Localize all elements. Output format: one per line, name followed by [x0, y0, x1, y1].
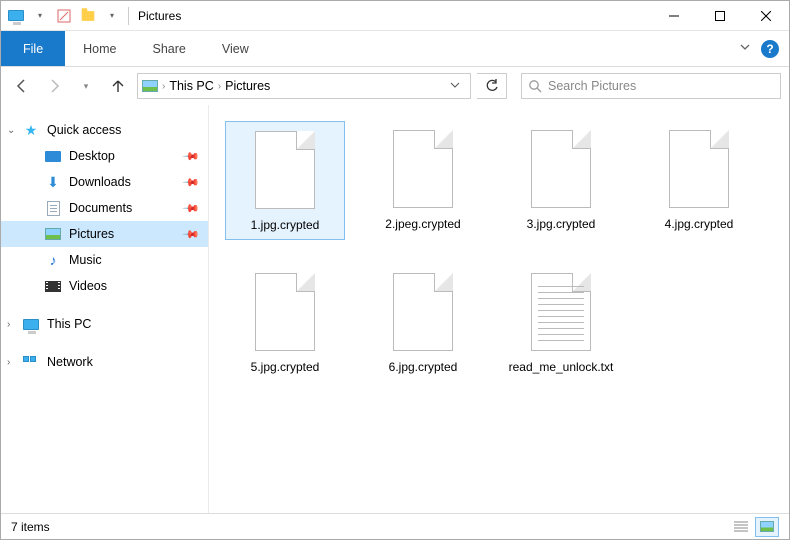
sidebar-item-desktop[interactable]: Desktop 📌	[1, 143, 208, 169]
search-icon	[528, 79, 542, 93]
tab-home[interactable]: Home	[65, 31, 134, 66]
ribbon: File Home Share View ?	[1, 31, 789, 67]
file-item[interactable]: 3.jpg.crypted	[501, 121, 621, 240]
sidebar-item-documents[interactable]: Documents 📌	[1, 195, 208, 221]
view-details-button[interactable]	[729, 517, 753, 537]
tab-share[interactable]: Share	[135, 31, 204, 66]
blank-file-icon	[388, 127, 458, 211]
sidebar-item-label: Documents	[69, 201, 132, 215]
maximize-button[interactable]	[697, 1, 743, 31]
file-name: read_me_unlock.txt	[509, 360, 614, 375]
sidebar-item-label: Downloads	[69, 175, 131, 189]
pin-icon: 📌	[182, 147, 201, 166]
view-large-icons-button[interactable]	[755, 517, 779, 537]
file-tab[interactable]: File	[1, 31, 65, 66]
network-icon	[23, 354, 39, 370]
file-item[interactable]: 5.jpg.crypted	[225, 264, 345, 381]
caret-icon[interactable]: ›	[7, 357, 10, 368]
help-button[interactable]: ?	[761, 40, 779, 58]
pin-icon: 📌	[182, 199, 201, 218]
quick-access-toolbar: ▾ ▾	[1, 5, 132, 27]
file-item[interactable]: 6.jpg.crypted	[363, 264, 483, 381]
text-file-icon	[526, 270, 596, 354]
file-list[interactable]: 1.jpg.crypted 2.jpeg.crypted 3.jpg.crypted…	[209, 105, 789, 513]
sidebar-quick-access[interactable]: ⌄ ★ Quick access	[1, 117, 208, 143]
sidebar-this-pc[interactable]: › This PC	[1, 311, 208, 337]
monitor-icon	[23, 316, 39, 332]
pictures-icon	[45, 226, 61, 242]
caret-icon[interactable]: ⌄	[7, 125, 15, 136]
navigation-pane: ⌄ ★ Quick access Desktop📌⬇Downloads📌Docu…	[1, 105, 209, 513]
refresh-button[interactable]	[477, 73, 507, 99]
search-placeholder: Search Pictures	[548, 79, 636, 93]
body: ⌄ ★ Quick access Desktop📌⬇Downloads📌Docu…	[1, 105, 789, 513]
breadcrumb-sep-1[interactable]: ›	[218, 81, 221, 92]
close-button[interactable]	[743, 1, 789, 31]
nav-row: ▾ › This PC › Pictures Search Pictures	[1, 67, 789, 105]
blank-file-icon	[388, 270, 458, 354]
desktop-icon	[45, 148, 61, 164]
nav-forward-button[interactable]	[41, 73, 67, 99]
nav-back-button[interactable]	[9, 73, 35, 99]
breadcrumb-pictures[interactable]: Pictures	[225, 79, 270, 93]
breadcrumb-this-pc[interactable]: This PC	[169, 79, 213, 93]
music-icon: ♪	[45, 252, 61, 268]
videos-icon	[45, 278, 61, 294]
sidebar-item-videos[interactable]: Videos	[1, 273, 208, 299]
file-item[interactable]: 4.jpg.crypted	[639, 121, 759, 240]
window-title: Pictures	[138, 9, 181, 23]
file-item[interactable]: 1.jpg.crypted	[225, 121, 345, 240]
search-box[interactable]: Search Pictures	[521, 73, 781, 99]
file-name: 6.jpg.crypted	[389, 360, 458, 375]
file-name: 5.jpg.crypted	[251, 360, 320, 375]
qat-properties-icon[interactable]	[53, 5, 75, 27]
blank-file-icon	[250, 270, 320, 354]
address-bar[interactable]: › This PC › Pictures	[137, 73, 471, 99]
documents-icon	[45, 200, 61, 216]
caret-icon[interactable]: ›	[7, 319, 10, 330]
sidebar-network[interactable]: › Network	[1, 349, 208, 375]
address-dropdown-icon[interactable]	[444, 79, 466, 93]
file-name: 3.jpg.crypted	[527, 217, 596, 232]
qat-dropdown-1-icon[interactable]: ▾	[29, 5, 51, 27]
star-icon: ★	[23, 122, 39, 138]
blank-file-icon	[526, 127, 596, 211]
titlebar: ▾ ▾ Pictures	[1, 1, 789, 31]
app-icon	[5, 5, 27, 27]
pin-icon: 📌	[182, 225, 201, 244]
nav-recent-dropdown-icon[interactable]: ▾	[73, 73, 99, 99]
file-item[interactable]: read_me_unlock.txt	[501, 264, 621, 381]
qat-newfolder-icon[interactable]	[77, 5, 99, 27]
ribbon-collapse-icon[interactable]	[739, 40, 751, 58]
sidebar-item-label: Music	[69, 253, 102, 267]
window-controls	[651, 1, 789, 31]
sidebar-item-label: Desktop	[69, 149, 115, 163]
address-icon	[142, 78, 158, 94]
qat-dropdown-2-icon[interactable]: ▾	[101, 5, 123, 27]
pin-icon: 📌	[182, 173, 201, 192]
minimize-button[interactable]	[651, 1, 697, 31]
sidebar-item-pictures[interactable]: Pictures 📌	[1, 221, 208, 247]
downloads-icon: ⬇	[45, 174, 61, 190]
sidebar-item-label: Pictures	[69, 227, 114, 241]
blank-file-icon	[250, 128, 320, 212]
file-name: 1.jpg.crypted	[251, 218, 320, 233]
item-count: 7 items	[11, 520, 50, 534]
file-name: 2.jpeg.crypted	[385, 217, 460, 232]
status-bar: 7 items	[1, 513, 789, 539]
nav-up-button[interactable]	[105, 73, 131, 99]
file-name: 4.jpg.crypted	[665, 217, 734, 232]
sidebar-item-label: Videos	[69, 279, 107, 293]
sidebar-item-music[interactable]: ♪ Music	[1, 247, 208, 273]
qat-separator	[128, 7, 129, 25]
file-item[interactable]: 2.jpeg.crypted	[363, 121, 483, 240]
blank-file-icon	[664, 127, 734, 211]
sidebar-item-downloads[interactable]: ⬇ Downloads 📌	[1, 169, 208, 195]
tab-view[interactable]: View	[204, 31, 267, 66]
breadcrumb-sep-0[interactable]: ›	[162, 81, 165, 92]
